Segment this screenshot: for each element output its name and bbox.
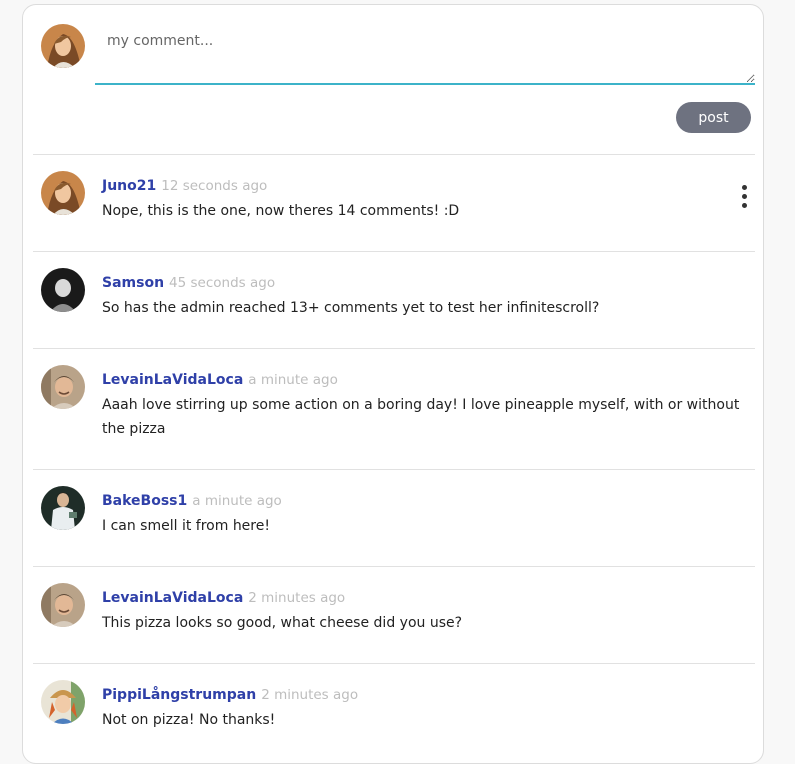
comment-timestamp: a minute ago: [248, 372, 338, 388]
comment-item: BakeBoss1 a minute ago I can smell it fro…: [23, 470, 765, 566]
user-avatar[interactable]: [41, 680, 85, 724]
comment-author-link[interactable]: Samson: [102, 275, 164, 291]
comment-text: Aaah love stirring up some action on a b…: [102, 397, 740, 437]
comment-author-link[interactable]: PippiLångstrumpan: [102, 687, 256, 703]
comment-header: PippiLångstrumpan 2 minutes ago: [102, 684, 358, 703]
comment-item: PippiLångstrumpan 2 minutes ago Not on pi…: [23, 664, 765, 760]
comment-timestamp: 12 seconds ago: [161, 178, 268, 194]
comment-timestamp: 45 seconds ago: [169, 275, 276, 291]
comment-text: So has the admin reached 13+ comments ye…: [102, 300, 600, 316]
comment-text: This pizza looks so good, what cheese di…: [102, 615, 463, 631]
post-button[interactable]: post: [676, 102, 751, 133]
user-avatar[interactable]: [41, 486, 85, 530]
comment-author-link[interactable]: LevainLaVidaLoca: [102, 372, 243, 388]
comment-timestamp: 2 minutes ago: [261, 687, 359, 703]
comments-card: post Juno21 12 seconds ago Nope, this is …: [22, 4, 764, 764]
comment-text: Not on pizza! No thanks!: [102, 712, 276, 728]
comment-header: Juno21 12 seconds ago: [102, 175, 267, 194]
comment-composer: post: [23, 5, 765, 155]
comment-author-link[interactable]: BakeBoss1: [102, 493, 187, 509]
comment-author-link[interactable]: LevainLaVidaLoca: [102, 590, 243, 606]
comment-author-link[interactable]: Juno21: [102, 178, 156, 194]
user-avatar[interactable]: [41, 583, 85, 627]
comment-timestamp: 2 minutes ago: [248, 590, 346, 606]
user-avatar[interactable]: [41, 171, 85, 215]
comment-input[interactable]: [95, 23, 755, 85]
comment-text: Nope, this is the one, now theres 14 com…: [102, 203, 460, 219]
comment-item: LevainLaVidaLoca 2 minutes ago This pizza…: [23, 567, 765, 663]
user-avatar[interactable]: [41, 365, 85, 409]
comment-item: LevainLaVidaLoca a minute ago Aaah love s…: [23, 349, 765, 469]
comment-item: Samson 45 seconds ago So has the admin re…: [23, 252, 765, 348]
comment-text: I can smell it from here!: [102, 518, 270, 534]
comment-header: BakeBoss1 a minute ago: [102, 490, 282, 509]
comment-header: LevainLaVidaLoca a minute ago: [102, 369, 338, 388]
current-user-avatar: [41, 24, 85, 68]
comment-timestamp: a minute ago: [192, 493, 282, 509]
more-options-icon[interactable]: [735, 183, 755, 213]
comment-header: Samson 45 seconds ago: [102, 272, 275, 291]
user-avatar[interactable]: [41, 268, 85, 312]
comment-header: LevainLaVidaLoca 2 minutes ago: [102, 587, 345, 606]
comment-item: Juno21 12 seconds ago Nope, this is the o…: [23, 155, 765, 251]
